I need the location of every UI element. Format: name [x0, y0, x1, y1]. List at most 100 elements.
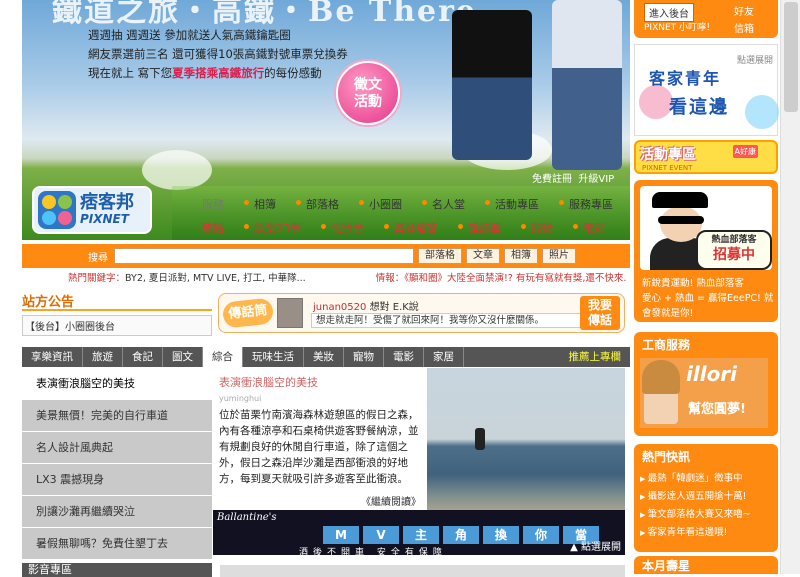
notice-item[interactable]: 【後台】小圈圈後台 [22, 315, 212, 336]
send-message-button[interactable]: 我要 傳話 [580, 296, 620, 330]
article-title[interactable]: 表演衝浪腦空的美技 [219, 374, 421, 390]
pixnet-tips[interactable]: PIXNET 小叮嚀！ [644, 20, 715, 33]
tab[interactable]: 食記 [123, 347, 163, 367]
nav-item[interactable]: 雜誌櫃 [452, 220, 515, 236]
hakka-line1: 客家青年 [649, 69, 722, 88]
tab-active[interactable]: 綜合 [203, 347, 243, 367]
list-item[interactable]: 表演衝浪腦空的美技 [22, 368, 212, 400]
list-item[interactable]: 暑假無聊嗎？免費住墾丁去 [22, 528, 212, 560]
recruit-line: 新銳貴運動! 熱血部落客 [642, 278, 744, 289]
avatar[interactable] [277, 298, 303, 328]
stamp-line: 徵文 [354, 77, 382, 93]
speech-bubble: 熱血部落客 招募中 [696, 230, 772, 270]
news-text: 《顯和圈》大陸全面禁演!? 有玩有寫就有獎,還不快來. [404, 273, 627, 284]
tab[interactable]: 家居 [424, 347, 464, 367]
nav-item[interactable]: 服務 [202, 196, 238, 212]
ad-brand: Ballantine's [217, 512, 277, 523]
jumping-person-figure [552, 0, 622, 170]
tab[interactable]: 電影 [384, 347, 424, 367]
hot-news-item[interactable]: 最熱「韓劇迷」徵事中 [640, 470, 751, 488]
button-line: 傳話 [587, 313, 612, 327]
hot-keywords: 熱門關鍵字：BY2, 夏日派對, MTV LIVE, 打工, 中華隊... 情報：… [68, 270, 626, 284]
service-ad[interactable]: illori 幫您圓夢! [640, 358, 768, 428]
article-photo[interactable] [427, 368, 625, 510]
nav-item[interactable]: 服務專區 [553, 196, 627, 212]
tab[interactable]: 美妝 [304, 347, 344, 367]
logo-sub: PIXNET [80, 212, 129, 226]
tab[interactable]: 寵物 [344, 347, 384, 367]
business-service-box: 工商服務 illori 幫您圓夢! [634, 332, 778, 436]
news-ticker[interactable]: 情報：《顯和圈》大陸全面禁演!? 有玩有寫就有獎,還不快來. [376, 273, 627, 284]
events-badge: A好康 [732, 145, 758, 158]
vertical-scrollbar[interactable] [780, 0, 800, 574]
hot-keywords-label: 熱門關鍵字： [68, 273, 126, 284]
main-nav-top: 服務 相簿 部落格 小圈圈 名人堂 活動專區 服務專區 [202, 196, 627, 212]
news-label: 情報： [375, 273, 405, 284]
service-title: 工商服務 [642, 338, 691, 352]
recommend-link[interactable]: 推薦上專欄 [560, 347, 631, 367]
events-sub: PIXNET EVENT [642, 164, 693, 172]
nav-item[interactable]: 寵物 [515, 220, 567, 236]
video-section-header[interactable]: 影音專區 [22, 563, 212, 577]
nav-item[interactable]: 焦點 [202, 220, 238, 236]
button-line: 我要 [587, 298, 612, 312]
hakka-youth-ad[interactable]: 點選展開 客家青年 看這邊 [634, 44, 779, 136]
hot-news-item[interactable]: 筆文部落格大賽又來嚕~ [640, 506, 751, 524]
friends-link[interactable]: 好友 [734, 3, 754, 18]
nav-item[interactable]: 相簿 [238, 196, 290, 212]
list-item[interactable]: 別讓沙灘再繼續哭泣 [22, 496, 212, 528]
search-photo-button[interactable]: 照片 [542, 248, 576, 264]
hero-banner[interactable]: 鐵道之旅・高鐵・Be There 週週抽 週週送 參加就送人氣高鐵鑰匙圈 網友票… [22, 0, 630, 240]
read-more-link[interactable]: 《繼續閱讀》 [219, 493, 421, 508]
nav-item[interactable]: 小圈圈 [353, 196, 416, 212]
list-item[interactable]: 美景無價！完美的自行車道 [22, 400, 212, 432]
events-title: 活動專區 [640, 147, 696, 163]
tab[interactable]: 圖文 [163, 347, 203, 367]
nav-item[interactable]: 電影 [567, 220, 619, 236]
sender-name[interactable]: junan0520 [313, 302, 366, 313]
events-banner[interactable]: 活動專區 PIXNET EVENT A好康 [634, 140, 778, 174]
hero-promo: 週週抽 週週送 參加就送人氣高鐵鑰匙圈 網友票選前三名 還可獲得10張高鐵對號車… [88, 26, 348, 83]
expand-link[interactable]: ▲ 點選展開 [570, 538, 621, 553]
nav-item[interactable]: 娛樂23事 [238, 220, 315, 236]
blogger-recruit-ad[interactable]: 熱血部落客 招募中 新銳貴運動! 熱血部落客 愛心 + 熱血 = 贏得EeePC!… [634, 180, 778, 322]
hot-news-item[interactable]: 客家青年看這邊哦! [640, 524, 751, 542]
hot-keywords-list[interactable]: BY2, 夏日派對, MTV LIVE, 打工, 中華隊... [125, 273, 306, 284]
search-input[interactable] [114, 248, 414, 264]
message-verb: 想對 [369, 302, 390, 313]
message-sender: junan0520 想對 E.K說 [313, 298, 419, 313]
ad-banner[interactable]: Ballantine's M V 主 角 換 你 當 酒後不開車 安全有保障 ▲… [213, 510, 625, 558]
hakka-expand[interactable]: 點選展開 [737, 53, 773, 66]
search-blog-button[interactable]: 部落格 [418, 248, 462, 264]
article-author: yuminghui [219, 394, 262, 403]
recruit-line: 會發就是你! [642, 308, 694, 319]
pixnet-logo[interactable]: 痞客邦 PIXNET [32, 186, 152, 234]
message-text: 想走就走阿！受傷了就回來阿！我等你又沒什麼關係。 [311, 313, 583, 328]
nav-item[interactable]: 部落格 [290, 196, 353, 212]
list-item[interactable]: LX3 震撼現身 [22, 464, 212, 496]
mailbox-link[interactable]: 信箱 [734, 20, 754, 35]
tab[interactable]: 旅遊 [83, 347, 123, 367]
promo-prefix: 現在就上 寫下您 [88, 66, 173, 80]
decor-blob [639, 85, 673, 119]
search-article-button[interactable]: 文章 [466, 248, 500, 264]
nav-item[interactable]: 名人堂 [416, 196, 479, 212]
message-board-tag: 傳話筒 [221, 297, 275, 329]
upgrade-vip-link[interactable]: 升級VIP [578, 174, 614, 185]
search-album-button[interactable]: 相簿 [504, 248, 538, 264]
ad-char: 主 [403, 526, 439, 544]
free-register-link[interactable]: 免費註冊 [532, 174, 572, 185]
tab[interactable]: 享樂資訊 [22, 347, 83, 367]
essay-contest-stamp[interactable]: 徵文 活動 [336, 61, 400, 125]
stamp-line: 活動 [354, 94, 382, 110]
nav-item[interactable]: 奧林痞客 [378, 220, 452, 236]
hot-news-item[interactable]: 攝影達人週五開搶十萬! [640, 488, 751, 506]
tab[interactable]: 玩味生活 [243, 347, 304, 367]
logo-text: 痞客邦 PIXNET [80, 194, 134, 227]
nav-item[interactable]: 活動專區 [479, 196, 553, 212]
hakka-line2: 看這邊 [669, 97, 729, 118]
list-item[interactable]: 名人設計風典起 [22, 432, 212, 464]
nav-item[interactable]: 化妝台 [315, 220, 378, 236]
hair-shape [642, 360, 680, 394]
scrollbar-thumb[interactable] [784, 2, 798, 112]
